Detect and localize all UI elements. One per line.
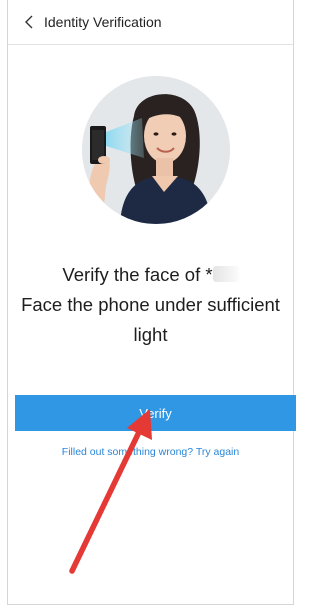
face-scan-illustration [82, 76, 230, 224]
app-header: Identity Verification [8, 0, 293, 45]
chevron-left-icon [25, 15, 33, 29]
message-line-2: Face the phone under sufficient [21, 294, 280, 315]
verify-face-text: Verify the face of * [62, 264, 213, 285]
page-title: Identity Verification [44, 14, 162, 30]
verify-button[interactable]: Verify [15, 395, 296, 431]
message-line-3: light [133, 324, 168, 345]
try-again-link[interactable]: Filled out something wrong? Try again [8, 446, 293, 458]
message-line-1: Verify the face of * [8, 260, 293, 290]
masked-name [212, 266, 239, 282]
verification-message: Verify the face of * Face the phone unde… [8, 260, 293, 350]
back-button[interactable] [22, 15, 36, 29]
